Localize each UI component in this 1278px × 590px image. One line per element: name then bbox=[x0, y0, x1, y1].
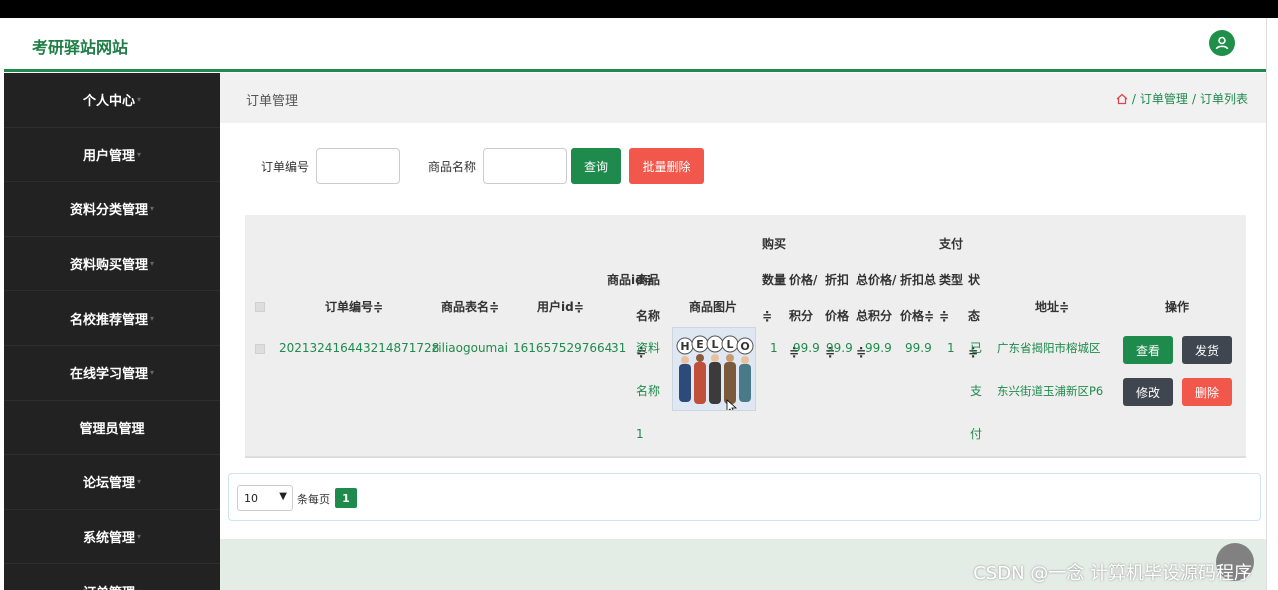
breadcrumb: / 订单管理 / 订单列表 bbox=[1116, 90, 1248, 107]
cell-table-name: ziliaogoumai bbox=[432, 341, 508, 355]
sidebar-item-label: 论坛管理 bbox=[82, 476, 135, 492]
chevron-down-icon: ▾ bbox=[137, 95, 142, 105]
col-user-id[interactable]: 用户id≑ bbox=[537, 298, 584, 315]
cell-total-price-points: 99.9 bbox=[865, 341, 892, 355]
image-letter: O bbox=[740, 340, 749, 353]
sidebar-item-user-management[interactable]: 用户管理 ▾ bbox=[4, 128, 220, 183]
right-window-edge bbox=[1266, 18, 1278, 590]
sidebar-item-personal-center[interactable]: 个人中心 ▾ bbox=[4, 73, 220, 128]
sidebar-item-label: 资料购买管理 bbox=[69, 258, 148, 274]
product-name-input[interactable] bbox=[483, 148, 567, 184]
breadcrumb-separator: / bbox=[1191, 91, 1196, 106]
cell-pay-type: 1 bbox=[947, 341, 955, 355]
app-title: 考研驿站网站 bbox=[32, 38, 129, 57]
batch-delete-button[interactable]: 批量删除 bbox=[629, 148, 704, 184]
query-button[interactable]: 查询 bbox=[571, 148, 621, 184]
product-image[interactable]: H E L L O bbox=[672, 327, 756, 411]
col-discount-total-price[interactable]: 折扣总价格≑ bbox=[900, 262, 938, 334]
order-no-input[interactable] bbox=[316, 148, 400, 184]
search-bar: 订单编号 商品名称 查询 批量删除 bbox=[220, 148, 1266, 188]
col-table-name[interactable]: 商品表名≑ bbox=[441, 298, 499, 315]
sidebar-item-label: 个人中心 bbox=[82, 94, 135, 110]
image-letter: L bbox=[726, 338, 733, 351]
sidebar-item-label: 名校推荐管理 bbox=[69, 312, 148, 328]
page-title: 订单管理 bbox=[246, 94, 299, 109]
chevron-down-icon: ▾ bbox=[137, 587, 141, 590]
page-size-select[interactable]: 10 ▼ bbox=[237, 485, 293, 511]
breadcrumb-item-order-list[interactable]: 订单列表 bbox=[1200, 90, 1248, 107]
orders-table: 订单编号≑ 商品表名≑ 用户id≑ 商品id≑ 商品名称≑ 商品图片 购买数量≑… bbox=[245, 215, 1246, 458]
cell-order-no: 202132416443214871728 bbox=[279, 341, 440, 355]
breadcrumb-item-order-management[interactable]: 订单管理 bbox=[1140, 90, 1188, 107]
cell-product-id: 31 bbox=[611, 341, 627, 355]
user-avatar[interactable] bbox=[1209, 30, 1235, 56]
watermark-text: CSDN @一念 计算机毕设源码程序 bbox=[973, 563, 1252, 584]
col-order-no[interactable]: 订单编号≑ bbox=[325, 298, 383, 315]
chevron-down-icon: ▾ bbox=[137, 149, 142, 159]
app-header: 考研驿站网站 bbox=[4, 18, 1266, 72]
cell-user-id: 1616575297664 bbox=[513, 341, 613, 355]
chevron-down-icon: ▾ bbox=[150, 204, 155, 214]
sidebar-item-school-recommend[interactable]: 名校推荐管理 ▾ bbox=[4, 291, 220, 346]
col-pay-type[interactable]: 支付类型≑ bbox=[939, 226, 963, 334]
chevron-down-icon: ▼ bbox=[279, 491, 287, 502]
main-content: 订单管理 / 订单管理 / 订单列表 订单编号 商品名称 查询 批量删除 订单编… bbox=[220, 73, 1266, 590]
image-letter: E bbox=[696, 338, 704, 351]
col-actions: 操作 bbox=[1165, 300, 1190, 314]
page-number-current[interactable]: 1 bbox=[335, 488, 357, 508]
sidebar-item-order-management[interactable]: 订单管理▾ bbox=[4, 564, 220, 590]
col-product-image: 商品图片 bbox=[689, 300, 738, 314]
ship-button[interactable]: 发货 bbox=[1182, 336, 1232, 364]
col-quantity[interactable]: 购买数量≑ bbox=[762, 226, 788, 334]
sidebar-item-forum-management[interactable]: 论坛管理 ▾ bbox=[4, 455, 220, 510]
cell-product-name: 资料名称1 bbox=[636, 341, 661, 441]
breadcrumb-separator: / bbox=[1131, 91, 1136, 106]
pagination: 10 ▼ 条每页 1 bbox=[228, 473, 1261, 521]
page-size-value: 10 bbox=[244, 492, 258, 505]
home-icon[interactable] bbox=[1116, 93, 1128, 105]
row-checkbox[interactable] bbox=[255, 344, 265, 354]
chevron-down-icon: ▾ bbox=[150, 368, 155, 378]
col-address[interactable]: 地址≑ bbox=[1035, 298, 1069, 315]
sidebar-item-label: 系统管理 bbox=[82, 531, 135, 547]
sidebar-item-admin-management[interactable]: 管理员管理 bbox=[4, 401, 220, 456]
sidebar-item-system-management[interactable]: 系统管理 ▾ bbox=[4, 510, 220, 565]
sidebar-item-label: 管理员管理 bbox=[79, 421, 145, 437]
cell-price-points: 99.9 bbox=[793, 341, 820, 355]
user-icon bbox=[1215, 36, 1229, 50]
cell-discount-price: 99.9 bbox=[826, 341, 853, 355]
chevron-down-icon: ▾ bbox=[150, 313, 155, 323]
order-no-label: 订单编号 bbox=[261, 160, 310, 174]
breadcrumb-bar: 订单管理 / 订单管理 / 订单列表 bbox=[220, 73, 1266, 123]
sidebar-item-label: 用户管理 bbox=[82, 148, 135, 164]
sidebar: 个人中心 ▾ 用户管理 ▾ 资料分类管理 ▾ 资料购买管理 ▾ 名校推荐管理 ▾ 在线学习… bbox=[4, 73, 220, 590]
sidebar-item-label: 资料分类管理 bbox=[69, 203, 148, 219]
view-button[interactable]: 查看 bbox=[1123, 336, 1173, 364]
chevron-down-icon: ▾ bbox=[137, 477, 142, 487]
image-letter: H bbox=[680, 340, 689, 353]
image-letter: L bbox=[711, 338, 718, 351]
product-name-label: 商品名称 bbox=[428, 160, 477, 174]
sidebar-item-label: 在线学习管理 bbox=[69, 367, 148, 383]
sidebar-item-online-learning[interactable]: 在线学习管理 ▾ bbox=[4, 346, 220, 401]
per-page-label: 条每页 bbox=[297, 493, 330, 506]
window-top-bar bbox=[0, 0, 1278, 18]
delete-button[interactable]: 删除 bbox=[1182, 378, 1232, 406]
cell-quantity: 1 bbox=[770, 341, 778, 355]
cell-address: 广东省揭阳市榕城区东兴街道玉浦新区P6 bbox=[997, 341, 1104, 398]
chevron-down-icon: ▾ bbox=[150, 259, 155, 269]
cell-discount-total-price: 99.9 bbox=[905, 341, 932, 355]
select-all-checkbox[interactable] bbox=[255, 302, 265, 312]
cell-status: 已支付 bbox=[970, 341, 983, 441]
sidebar-item-label: 订单管理 bbox=[83, 582, 135, 590]
hello-people-illustration: H E L L O bbox=[673, 328, 755, 410]
chevron-down-icon: ▾ bbox=[137, 532, 142, 542]
sidebar-item-material-purchase[interactable]: 资料购买管理 ▾ bbox=[4, 237, 220, 292]
edit-button[interactable]: 修改 bbox=[1123, 378, 1173, 406]
sidebar-item-material-category[interactable]: 资料分类管理 ▾ bbox=[4, 182, 220, 237]
